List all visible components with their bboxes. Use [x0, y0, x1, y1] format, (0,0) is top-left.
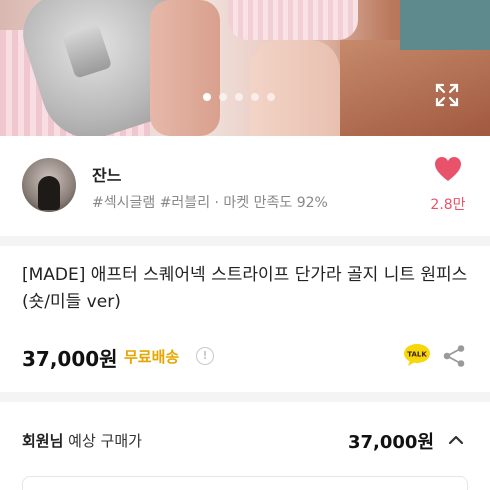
member-price-panel [22, 476, 468, 490]
member-price-row[interactable]: 회원님 예상 구매가 37,000원 [0, 414, 490, 470]
seller-tags: #섹시글램 #러블리 · 마켓 만족도 92% [92, 195, 328, 211]
info-icon[interactable]: ! [196, 347, 214, 365]
gallery-dot[interactable] [219, 93, 227, 101]
image-detail [400, 0, 490, 50]
member-label-rest: 예상 구매가 [63, 432, 142, 450]
image-detail [150, 0, 220, 136]
seller-section: 잔느 #섹시글램 #러블리 · 마켓 만족도 92% 2.8만 [0, 136, 490, 236]
like-count: 2.8만 [430, 197, 466, 213]
member-price-label: 회원님 예상 구매가 [22, 430, 142, 451]
image-detail [250, 40, 340, 136]
section-divider [0, 392, 490, 402]
product-price: 37,000원 [22, 347, 118, 371]
product-image[interactable] [0, 0, 490, 136]
seller-name[interactable]: 잔느 [92, 162, 121, 186]
talk-icon[interactable]: TALK [403, 343, 431, 367]
shipping-badge: 무료배송 [124, 348, 180, 366]
expand-icon[interactable] [434, 82, 460, 108]
section-divider [0, 236, 490, 246]
image-detail [340, 40, 490, 136]
share-icon[interactable] [442, 344, 466, 368]
gallery-dot[interactable] [203, 93, 211, 101]
image-detail [228, 0, 358, 40]
svg-text:TALK: TALK [407, 351, 427, 359]
member-label-bold: 회원님 [22, 432, 64, 450]
chevron-up-icon[interactable] [448, 432, 464, 448]
heart-icon[interactable] [434, 156, 462, 182]
gallery-dot[interactable] [267, 93, 275, 101]
avatar[interactable] [22, 158, 76, 212]
product-title: [MADE] 애프터 스퀘어넥 스트라이프 단가라 골지 니트 원피스(숏/미들… [22, 265, 468, 312]
gallery-dot[interactable] [235, 93, 243, 101]
member-price: 37,000원 [348, 432, 435, 453]
avatar-figure [38, 176, 60, 210]
gallery-dot[interactable] [251, 93, 259, 101]
gallery-pagination [203, 93, 275, 101]
